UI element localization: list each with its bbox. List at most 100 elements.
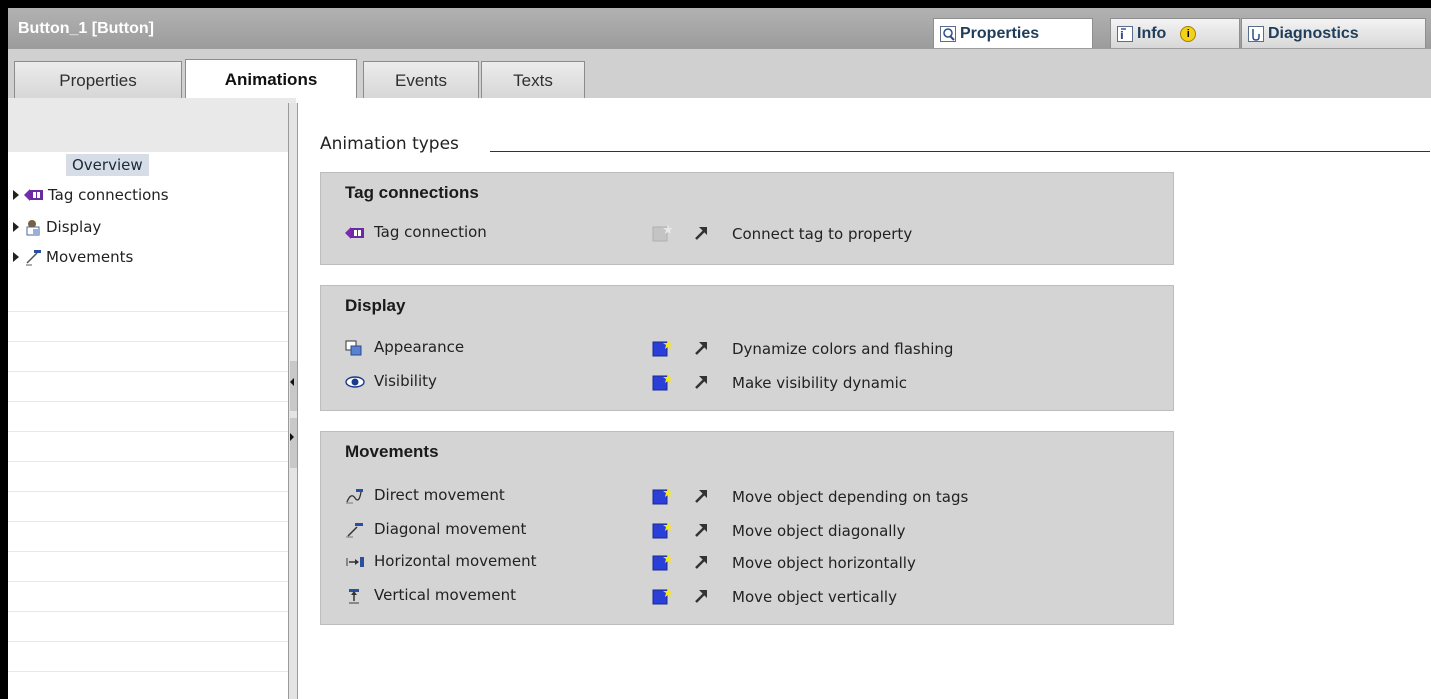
tree-empty-row [8,612,296,642]
goto-arrow-icon[interactable] [693,374,709,390]
tree-empty-row [8,582,296,612]
diagonal-movement-icon [345,522,363,538]
pane-splitter[interactable] [288,103,298,699]
tab-diagnostics-pane-label: Diagnostics [1268,24,1359,42]
tree-empty-row [8,312,296,342]
collapse-left-icon[interactable] [290,378,294,386]
splitter-grip[interactable] [290,418,297,468]
animation-row-horizontal-movement[interactable]: Horizontal movement Move object horizont… [321,550,1173,574]
panel-movements: Movements Direct movement Move object de… [320,431,1174,625]
goto-arrow-icon[interactable] [693,588,709,604]
movements-icon [24,248,42,266]
tab-properties-label: Properties [59,70,137,90]
svg-text:i: i [1120,29,1124,41]
tree-item-movements[interactable]: Movements [8,246,133,268]
tab-properties[interactable]: Properties [14,61,182,99]
add-animation-icon[interactable] [652,586,674,606]
tag-connection-icon [345,225,364,241]
goto-arrow-icon[interactable] [693,340,709,356]
expand-arrow-icon[interactable] [13,252,19,262]
tab-events-label: Events [395,70,447,90]
appearance-icon [345,340,363,356]
tree-empty-row [8,492,296,522]
tree-item-tag-connections-label: Tag connections [48,186,169,204]
animation-row-appearance[interactable]: Appearance Dynamize colors and flashing [321,336,1173,360]
info-icon: i [1117,25,1133,42]
tab-texts[interactable]: Texts [481,61,585,99]
animation-description: Dynamize colors and flashing [732,340,954,358]
tree-empty-row [8,402,296,432]
add-animation-icon[interactable] [652,338,674,358]
panel-tag-connections: Tag connections Tag connection Connect t… [320,172,1174,265]
animation-tree: Overview Tag connections Display Movemen… [8,98,296,699]
tree-item-display-label: Display [46,218,102,236]
tab-animations[interactable]: Animations [185,59,357,100]
tree-item-movements-label: Movements [46,248,134,266]
tab-diagnostics-pane[interactable]: Diagnostics [1241,18,1426,48]
direct-movement-icon [345,488,363,504]
animation-row-visibility[interactable]: Visibility Make visibility dynamic [321,370,1173,394]
tree-empty-row [8,552,296,582]
add-animation-icon[interactable] [652,552,674,572]
panel-display: Display Appearance Dynamize colors and f… [320,285,1174,411]
panel-title: Display [345,296,406,315]
goto-arrow-icon[interactable] [693,554,709,570]
tag-connection-icon [24,188,44,202]
tab-texts-label: Texts [513,70,553,90]
animation-row-direct-movement[interactable]: Direct movement Move object depending on… [321,484,1173,508]
tree-empty-row [8,342,296,372]
tree-item-tag-connections[interactable]: Tag connections [8,184,169,206]
tab-events[interactable]: Events [363,61,479,99]
tab-properties-pane-label: Properties [960,24,1040,42]
tab-strip: Properties Animations Events Texts [8,48,1431,100]
goto-arrow-icon[interactable] [693,488,709,504]
animation-description: Move object vertically [732,588,897,606]
panel-title: Tag connections [345,183,479,202]
add-animation-icon[interactable] [652,520,674,540]
diagnostics-icon [1248,25,1264,42]
animation-label: Vertical movement [374,586,517,604]
animation-description: Make visibility dynamic [732,374,907,392]
animation-types-area: Animation types Tag connections Tag conn… [300,98,1431,699]
tree-empty-row [8,462,296,492]
tab-animations-label: Animations [224,70,318,89]
properties-icon [940,25,956,42]
animation-description: Move object diagonally [732,522,906,540]
tab-info-pane[interactable]: i Info i [1110,18,1240,48]
vertical-movement-icon [345,588,363,604]
tab-info-pane-label: Info [1137,24,1167,42]
inspector-window: Button_1 [Button] Properties i Info i Di… [0,0,1431,699]
add-animation-icon[interactable] [652,372,674,392]
animation-label: Visibility [374,372,437,390]
tree-empty-row [8,522,296,552]
display-icon [24,218,42,236]
animation-description: Connect tag to property [732,225,913,243]
panel-title: Movements [345,442,439,461]
animation-row-vertical-movement[interactable]: Vertical movement Move object vertically [321,584,1173,608]
tab-properties-pane[interactable]: Properties [933,18,1093,48]
title-bar: Button_1 [Button] Properties i Info i Di… [8,8,1431,48]
add-animation-icon[interactable] [652,486,674,506]
splitter-grip[interactable] [290,361,297,411]
animation-description: Move object depending on tags [732,488,969,506]
expand-arrow-icon[interactable] [13,222,19,232]
animation-description: Move object horizontally [732,554,916,572]
add-animation-disabled-icon [652,223,674,243]
tree-empty-row [8,642,296,672]
goto-arrow-icon[interactable] [693,225,709,241]
expand-right-icon[interactable] [290,433,294,441]
tree-empty-row [8,672,296,699]
animation-label: Horizontal movement [374,552,537,570]
section-divider [490,151,1430,152]
tree-item-overview[interactable]: Overview [66,154,149,176]
warning-info-icon: i [1180,25,1197,42]
expand-arrow-icon[interactable] [13,190,19,200]
tree-item-display[interactable]: Display [8,216,101,238]
tree-empty-row [8,432,296,462]
animation-row-diagonal-movement[interactable]: Diagonal movement Move object diagonally [321,518,1173,542]
tree-empty-row [8,282,296,312]
goto-arrow-icon[interactable] [693,522,709,538]
animation-label: Appearance [374,338,465,356]
animation-row-tag-connection[interactable]: Tag connection Connect tag to property [321,221,1173,245]
animation-label: Direct movement [374,486,505,504]
